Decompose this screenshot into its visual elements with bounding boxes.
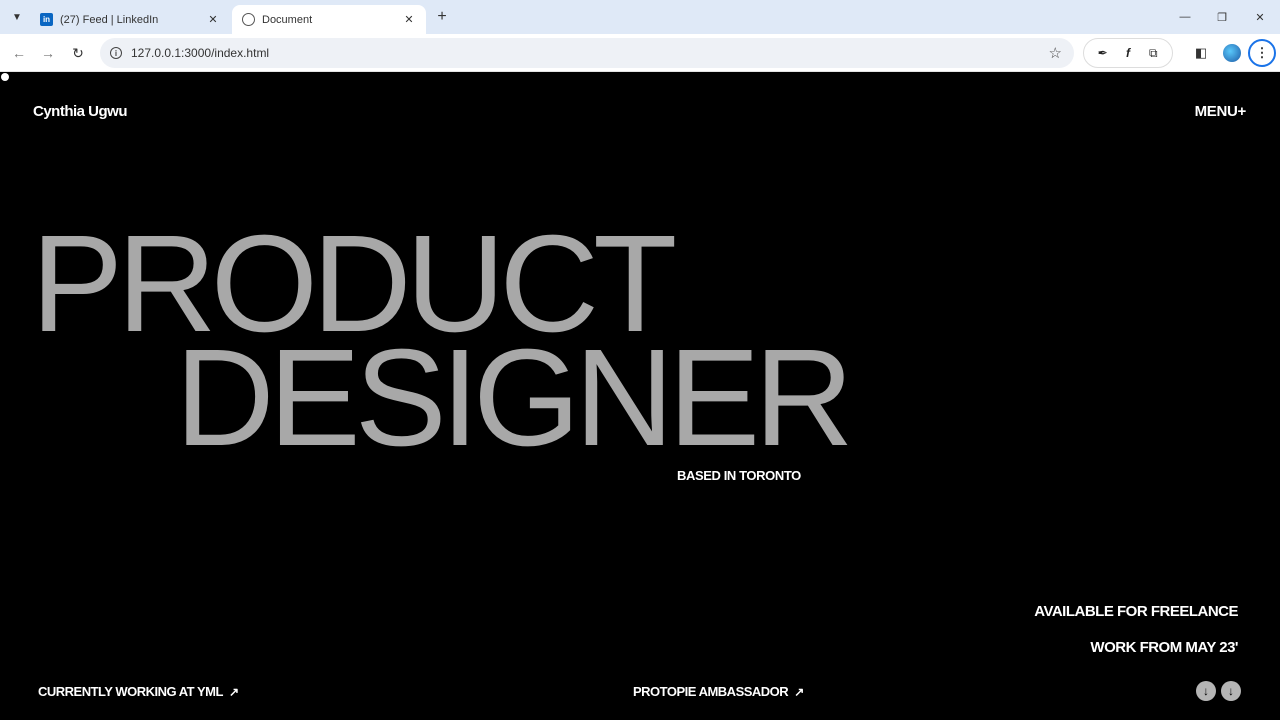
forward-arrow-icon[interactable]: → [37, 42, 59, 64]
url-text[interactable]: 127.0.0.1:3000/index.html [131, 46, 269, 60]
font-extension-icon[interactable]: f [1120, 45, 1136, 61]
globe-icon [242, 13, 255, 26]
tab-title: (27) Feed | LinkedIn [60, 13, 159, 26]
scroll-down-icon[interactable]: ↓ [1221, 681, 1241, 701]
window-close-icon[interactable]: ✕ [1250, 8, 1270, 26]
tab-linkedin[interactable]: in (27) Feed | LinkedIn ✕ [30, 5, 230, 34]
bookmark-star-icon[interactable]: ☆ [1049, 44, 1062, 62]
hero-heading-line2: DESIGNER [175, 321, 854, 475]
browser-menu-icon[interactable]: ⋮ [1248, 39, 1276, 67]
linkedin-icon: in [40, 13, 53, 26]
arrow-up-right-icon: ↗ [794, 684, 804, 699]
side-panel-icon[interactable]: ◧ [1192, 44, 1210, 62]
close-icon[interactable]: ✕ [402, 13, 416, 26]
brand-name[interactable]: Cynthia Ugwu [33, 103, 128, 120]
restore-icon[interactable]: ❐ [1212, 8, 1232, 26]
reload-icon[interactable]: ↻ [67, 42, 89, 64]
close-icon[interactable]: ✕ [206, 13, 220, 26]
minimize-icon[interactable]: — [1175, 8, 1195, 26]
cursor-follower-dot [1, 73, 9, 81]
tab-document[interactable]: Document ✕ [232, 5, 426, 34]
back-arrow-icon[interactable]: ← [8, 42, 30, 64]
new-tab-plus-icon[interactable]: + [432, 7, 452, 27]
tab-search-chevron-icon[interactable]: ▼ [6, 6, 28, 28]
current-work-link[interactable]: CURRENTLY WORKING AT YML ↗ [38, 684, 239, 699]
scroll-down-icon[interactable]: ↓ [1196, 681, 1216, 701]
profile-avatar[interactable] [1223, 44, 1241, 62]
current-work-label: CURRENTLY WORKING AT YML [38, 684, 223, 699]
extensions-group: ✒ f ⧉ [1083, 38, 1173, 68]
protopie-label: PROTOPIE AMBASSADOR [633, 684, 789, 699]
location-text: BASED IN TORONTO [677, 468, 801, 483]
site-info-icon[interactable]: i [110, 47, 122, 59]
browser-tab-bar: ▼ in (27) Feed | LinkedIn ✕ Document ✕ +… [0, 0, 1280, 34]
work-from-text: WORK FROM MAY 23' [1090, 639, 1238, 656]
address-bar[interactable]: i 127.0.0.1:3000/index.html ☆ [100, 38, 1074, 68]
menu-button[interactable]: MENU+ [1195, 103, 1247, 120]
tab-title: Document [262, 13, 313, 26]
protopie-link[interactable]: PROTOPIE AMBASSADOR ↗ [633, 684, 804, 699]
availability-text: AVAILABLE FOR FREELANCE [1034, 603, 1238, 620]
eyedropper-extension-icon[interactable]: ✒ [1095, 45, 1111, 61]
arrow-up-right-icon: ↗ [228, 684, 239, 699]
puzzle-extensions-icon[interactable]: ⧉ [1145, 45, 1161, 61]
browser-toolbar: ← → ↻ i 127.0.0.1:3000/index.html ☆ ✒ f … [0, 34, 1280, 72]
page-content: Cynthia Ugwu MENU+ PRODUCT DESIGNER BASE… [0, 73, 1280, 720]
